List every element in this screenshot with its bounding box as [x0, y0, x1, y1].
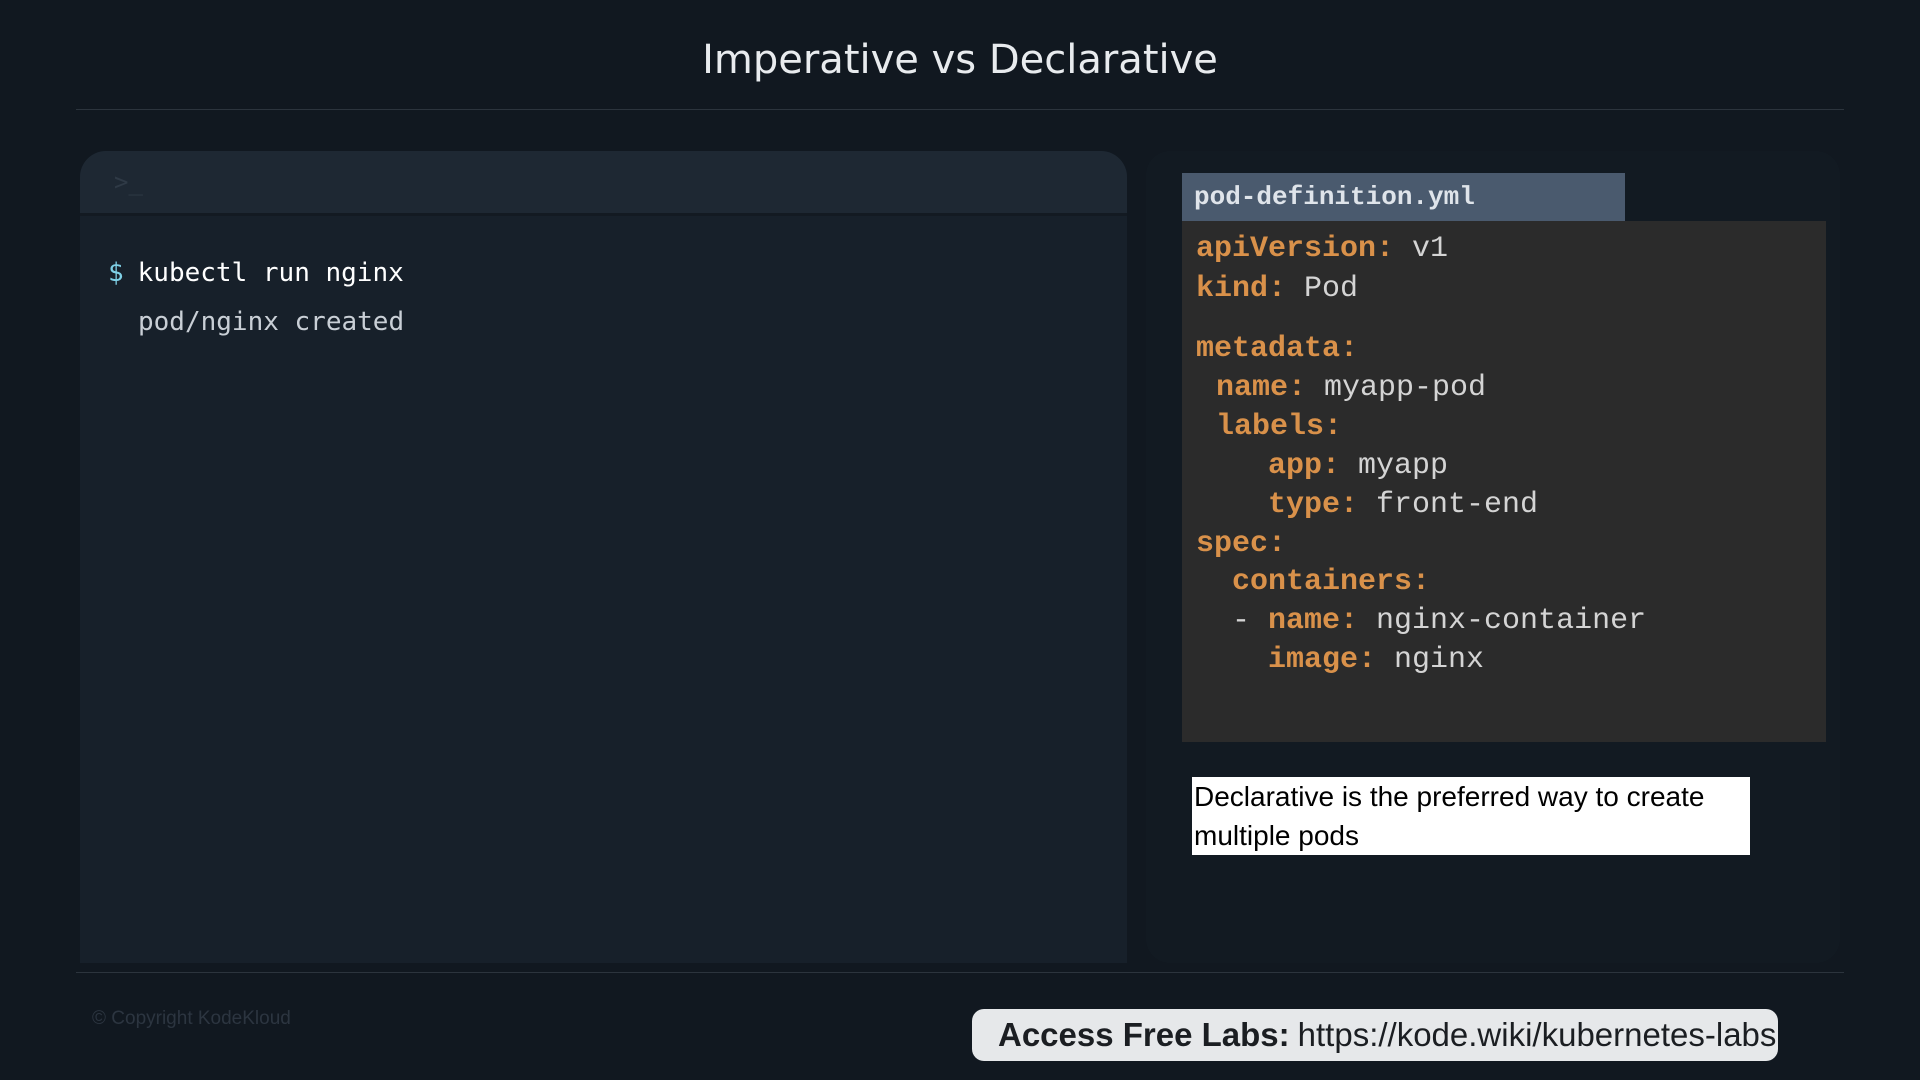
yaml-code-block: apiVersion: v1 kind: Pod metadata: name:…: [1182, 221, 1826, 742]
yaml-value: myapp: [1340, 449, 1449, 483]
yaml-key: containers:: [1232, 565, 1431, 599]
terminal-title-bar: >_: [80, 151, 1127, 216]
yaml-line: type: front-end: [1196, 487, 1538, 523]
terminal-window[interactable]: >_ $ kubectl run nginx pod/nginx created: [80, 151, 1127, 963]
terminal-prompt-icon: >_: [114, 168, 143, 196]
yaml-line: apiVersion: v1: [1196, 231, 1448, 267]
yaml-value: nginx-container: [1358, 604, 1647, 638]
yaml-value: v1: [1394, 232, 1449, 266]
title-divider: [76, 109, 1844, 110]
labs-url-link[interactable]: https://kode.wiki/kubernetes-labs: [1298, 1016, 1777, 1053]
yaml-value: Pod: [1286, 272, 1359, 306]
yaml-line: metadata:: [1196, 331, 1358, 367]
yaml-key: apiVersion:: [1196, 232, 1395, 266]
yaml-value: nginx: [1376, 643, 1485, 677]
yaml-key: metadata:: [1196, 332, 1359, 366]
yaml-key: spec:: [1196, 527, 1287, 561]
yaml-line: name: myapp-pod: [1198, 370, 1486, 406]
yaml-file-tab[interactable]: pod-definition.yml: [1182, 173, 1625, 221]
yaml-line: image: nginx: [1196, 642, 1484, 678]
terminal-command-line: $ kubectl run nginx: [108, 257, 404, 289]
copyright-text: © Copyright KodeKloud: [92, 1008, 291, 1029]
caption-box: Declarative is the preferred way to crea…: [1192, 777, 1750, 855]
terminal-command: kubectl run nginx: [137, 258, 404, 288]
footer-divider: [76, 972, 1844, 973]
yaml-key: labels:: [1216, 410, 1343, 444]
yaml-key: kind:: [1196, 272, 1287, 306]
yaml-line: - name: nginx-container: [1196, 604, 1647, 638]
prompt-symbol: $: [108, 258, 124, 288]
slide-title: Imperative vs Declarative: [702, 37, 1218, 83]
yaml-line: app: myapp: [1196, 448, 1448, 484]
yaml-key: name:: [1216, 371, 1307, 405]
yaml-line: kind: Pod: [1196, 271, 1358, 307]
yaml-value: myapp-pod: [1306, 371, 1487, 405]
yaml-key: image:: [1268, 643, 1377, 677]
yaml-line: labels:: [1198, 409, 1342, 445]
yaml-key: name:: [1268, 604, 1359, 638]
yaml-value: front-end: [1358, 488, 1539, 522]
yaml-key: type:: [1268, 488, 1359, 522]
yaml-key: app:: [1268, 449, 1341, 483]
free-labs-banner[interactable]: Access Free Labs: https://kode.wiki/kuber…: [972, 1009, 1778, 1061]
yaml-line: containers:: [1196, 564, 1430, 600]
yaml-line: spec:: [1196, 526, 1286, 562]
terminal-output: pod/nginx created: [138, 307, 405, 337]
labs-label: Access Free Labs:: [998, 1016, 1290, 1053]
